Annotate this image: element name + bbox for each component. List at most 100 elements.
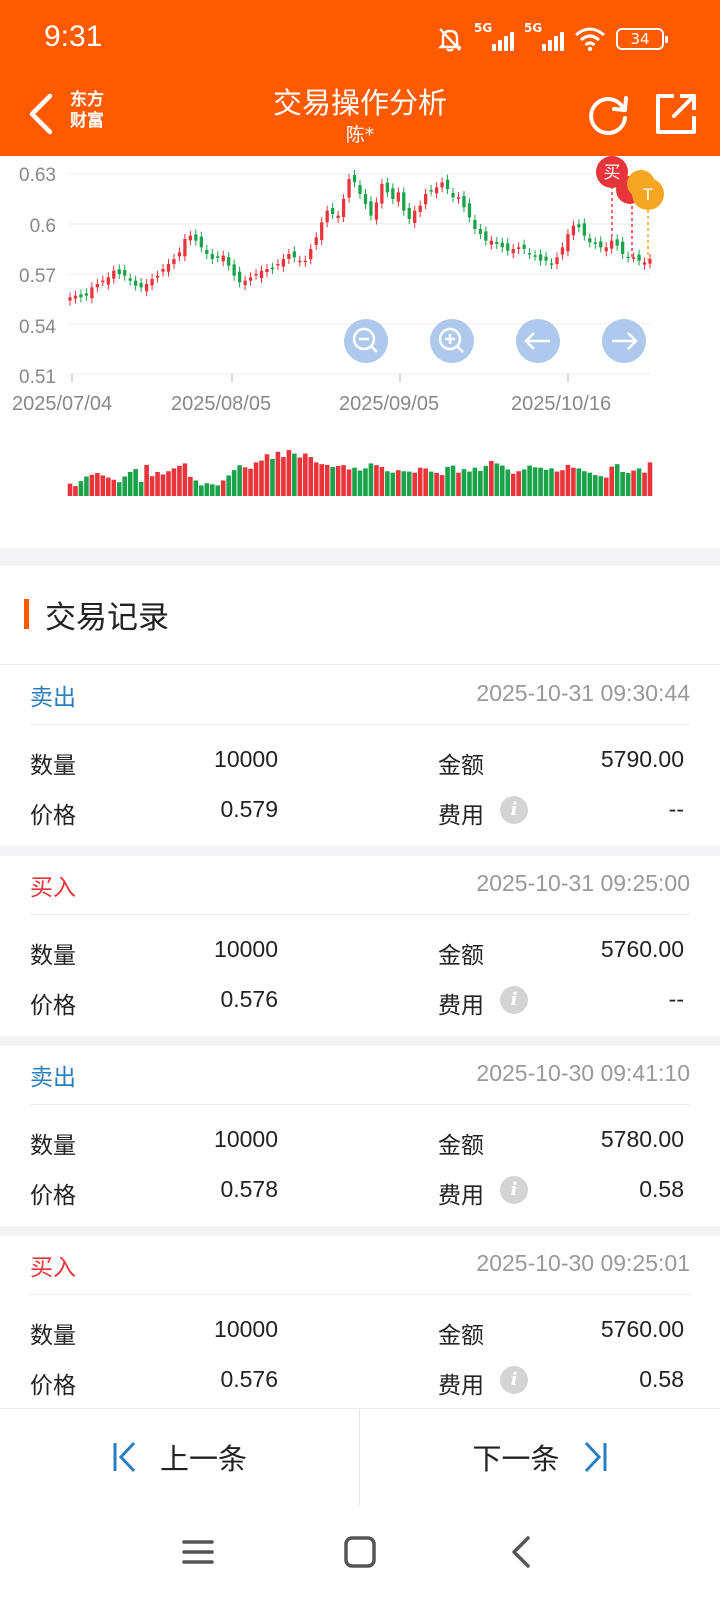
svg-text:T: T — [643, 185, 653, 204]
volume-bar — [467, 471, 472, 496]
volume-bar — [478, 470, 483, 496]
kline-chart[interactable]: 0.63 0.6 0.57 0.54 0.51 2025/07/04 2025/… — [0, 156, 720, 548]
volume-bar — [319, 464, 324, 496]
candle-body — [112, 270, 116, 279]
fee-label: 费用 — [438, 803, 484, 829]
trade-type: 买入 — [30, 875, 76, 901]
nav-back-icon[interactable] — [500, 1532, 544, 1572]
volume-bar — [483, 465, 489, 496]
volume-bar — [368, 463, 374, 496]
candle-body — [456, 197, 461, 199]
menu-icon[interactable] — [176, 1532, 220, 1572]
volume-bar — [374, 465, 379, 496]
candle-body — [205, 250, 209, 254]
volume-bar — [647, 462, 653, 496]
kline-chart-svg: 0.63 0.6 0.57 0.54 0.51 2025/07/04 2025/… — [12, 156, 664, 496]
next-record-button[interactable]: 下一条 — [360, 1409, 720, 1505]
x-tick: 2025/10/16 — [511, 393, 611, 415]
refresh-button[interactable] — [584, 90, 632, 138]
volume-bar — [549, 468, 554, 496]
zoom-out-button[interactable] — [344, 319, 388, 363]
app-header: 东方 财富 交易操作分析 陈* — [0, 78, 720, 156]
status-icons: 5G 5G 34 — [436, 21, 668, 54]
candle-body — [352, 175, 357, 183]
candle-body — [517, 247, 521, 249]
fee-label: 费用 — [438, 993, 484, 1019]
volume-bar — [587, 472, 593, 496]
qty-label: 数量 — [30, 753, 76, 779]
volume-bar — [122, 476, 128, 496]
x-tick: 2025/08/05 — [171, 393, 271, 415]
prev-record-button[interactable]: 上一条 — [0, 1409, 359, 1505]
info-icon[interactable]: i — [500, 1176, 528, 1204]
volume-bar — [324, 464, 330, 496]
volume-bar — [428, 471, 434, 496]
volume-bar — [412, 472, 418, 496]
trade-record[interactable]: 买入 2025-10-30 09:25:01 数量 10000 金额 5760.… — [0, 1236, 720, 1416]
volume-bar — [182, 463, 188, 496]
info-icon[interactable]: i — [500, 986, 528, 1014]
fee-value: 0.58 — [639, 1366, 684, 1392]
last-arrow-icon — [584, 1441, 606, 1473]
t-trade-marker[interactable]: T — [627, 170, 664, 210]
volume-bar — [270, 458, 275, 496]
volume-bar — [423, 468, 428, 496]
home-icon[interactable] — [338, 1532, 382, 1572]
trade-record[interactable]: 买入 2025-10-31 09:25:00 数量 10000 金额 5760.… — [0, 856, 720, 1036]
scroll-left-button[interactable] — [516, 319, 560, 363]
candle-body — [374, 202, 379, 220]
trade-record[interactable]: 卖出 2025-10-30 09:41:10 数量 10000 金额 5780.… — [0, 1046, 720, 1226]
volume-bar — [527, 465, 532, 496]
volume-bar — [127, 471, 133, 496]
candle-body — [582, 223, 586, 236]
price-value: 0.578 — [220, 1176, 278, 1202]
volume-bar — [489, 460, 494, 496]
volume-bar — [171, 468, 177, 496]
volume-bar — [264, 454, 270, 496]
volume-bar — [538, 467, 543, 496]
trade-time: 2025-10-30 09:41:10 — [476, 1060, 690, 1086]
candle-body — [221, 255, 225, 262]
volume-bar — [603, 477, 609, 496]
battery-icon: 34 — [616, 28, 668, 50]
info-icon[interactable]: i — [500, 796, 528, 824]
candle-body — [495, 242, 499, 244]
trade-time: 2025-10-30 09:25:01 — [476, 1250, 690, 1276]
volume-bar — [642, 472, 647, 496]
candle-body — [511, 249, 515, 254]
share-button[interactable] — [652, 90, 700, 138]
volume-bar — [73, 486, 78, 496]
amount-value: 5760.00 — [600, 1316, 684, 1342]
x-tick: 2025/09/05 — [339, 393, 439, 415]
volume-bar — [193, 480, 199, 496]
volume-bar — [335, 465, 341, 496]
scroll-right-button[interactable] — [602, 319, 646, 363]
candle-body — [270, 267, 275, 270]
trade-records: 交易记录 卖出 2025-10-31 09:30:44 数量 10000 金额 … — [0, 566, 720, 1416]
volume-bar — [248, 468, 253, 496]
volume-bar — [461, 469, 467, 496]
next-label: 下一条 — [472, 1442, 560, 1476]
candle-body — [610, 240, 614, 249]
qty-value: 10000 — [214, 1126, 278, 1152]
info-icon[interactable]: i — [500, 1366, 528, 1394]
candle-body — [429, 190, 433, 192]
candle-body — [473, 220, 477, 229]
candle-body — [172, 259, 176, 264]
candle-body — [95, 284, 99, 288]
candle-body — [631, 257, 636, 259]
volume-bar — [281, 457, 286, 496]
y-tick: 0.6 — [30, 216, 56, 237]
record-pager: 上一条 下一条 — [0, 1408, 720, 1506]
candle-body — [593, 242, 597, 244]
x-tick: 2025/07/04 — [12, 393, 112, 415]
signal-icon-2: 5G — [524, 21, 564, 51]
candle-body — [363, 194, 368, 204]
trade-record[interactable]: 卖出 2025-10-31 09:30:44 数量 10000 金额 5790.… — [0, 666, 720, 846]
candle-body — [341, 199, 346, 217]
volume-bar — [292, 453, 297, 496]
volume-bar — [406, 471, 412, 496]
zoom-in-button[interactable] — [430, 319, 474, 363]
amount-value: 5780.00 — [600, 1126, 684, 1152]
candle-body — [210, 254, 214, 259]
